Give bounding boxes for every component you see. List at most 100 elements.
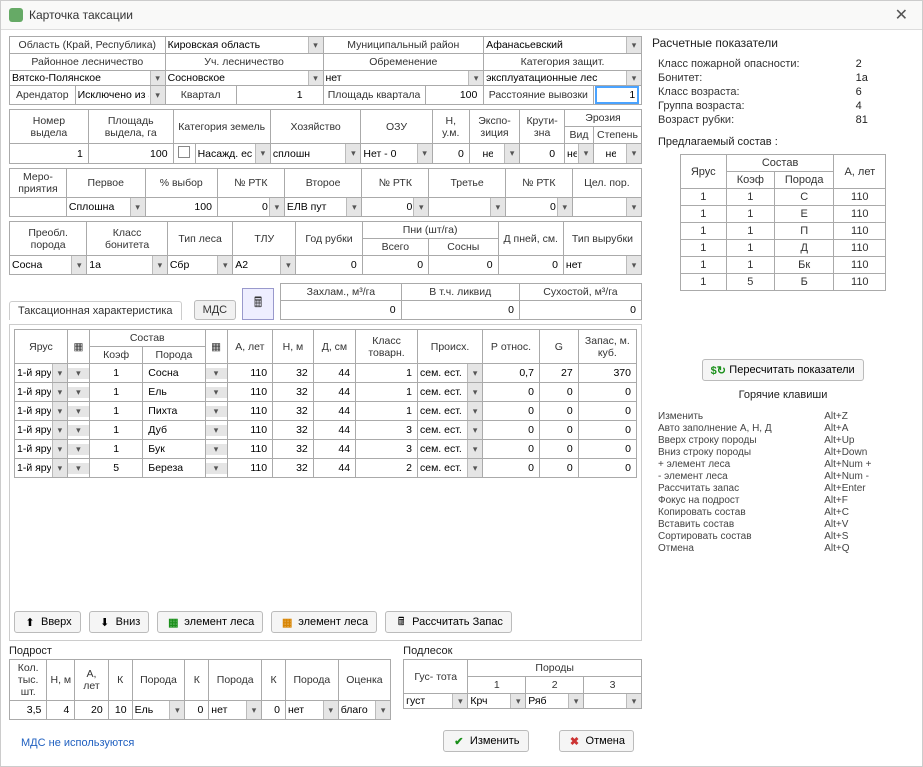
dropdown-arrow-icon[interactable]: ▾ (468, 71, 483, 85)
dropdown-arrow-icon[interactable]: ▾ (568, 694, 583, 708)
down-button[interactable]: ⬇Вниз (89, 611, 150, 633)
tax-p[interactable] (486, 442, 536, 456)
tax-quality[interactable] (359, 423, 414, 437)
tax-a[interactable] (231, 366, 270, 380)
chk-land-cat[interactable] (178, 146, 190, 158)
tax-g[interactable] (543, 442, 575, 456)
th-grid-icon2[interactable]: ▦ (205, 330, 227, 364)
dropdown-arrow-icon[interactable]: ▾ (626, 694, 641, 708)
tax-h[interactable] (276, 423, 310, 437)
dropdown-arrow-icon[interactable]: ▾ (150, 71, 165, 85)
tax-coef[interactable] (93, 404, 139, 418)
dropdown-arrow-icon[interactable]: ▾ (626, 37, 641, 53)
dropdown-arrow-icon[interactable]: ▾ (626, 144, 641, 163)
del-element-button[interactable]: ▦элемент леса (271, 611, 377, 633)
input-participating-forestry[interactable] (166, 71, 323, 85)
tax-p[interactable] (486, 461, 536, 475)
in-area[interactable] (92, 147, 170, 161)
tax-stock[interactable] (582, 404, 633, 418)
tax-coef[interactable] (93, 366, 139, 380)
tax-a[interactable] (231, 461, 270, 475)
tax-p[interactable] (486, 404, 536, 418)
input-encumbrance[interactable] (324, 71, 484, 85)
dropdown-arrow-icon[interactable]: ▾ (52, 459, 67, 477)
tab-mds[interactable]: МДС (194, 300, 237, 320)
tax-g[interactable] (543, 423, 575, 437)
tax-h[interactable] (276, 366, 310, 380)
dropdown-arrow-icon[interactable]: ▾ (467, 459, 482, 477)
input-haul-distance[interactable] (597, 88, 637, 102)
dropdown-arrow-icon[interactable]: ▾ (206, 444, 227, 455)
dropdown-arrow-icon[interactable]: ▾ (52, 383, 67, 401)
pr-h[interactable] (50, 703, 71, 717)
tax-g[interactable] (543, 461, 575, 475)
tax-d[interactable] (317, 366, 352, 380)
tax-g[interactable] (543, 404, 575, 418)
tax-d[interactable] (317, 461, 352, 475)
dropdown-arrow-icon[interactable]: ▾ (467, 421, 482, 439)
tax-species[interactable] (146, 385, 201, 399)
tax-p[interactable] (486, 423, 536, 437)
tax-quality[interactable] (359, 385, 414, 399)
dropdown-arrow-icon[interactable]: ▾ (206, 425, 227, 436)
dropdown-arrow-icon[interactable]: ▾ (269, 198, 284, 216)
dropdown-arrow-icon[interactable]: ▾ (345, 144, 360, 163)
dropdown-arrow-icon[interactable]: ▾ (452, 694, 467, 708)
dropdown-arrow-icon[interactable]: ▾ (169, 701, 184, 719)
th-grid-icon[interactable]: ▦ (67, 330, 89, 364)
input-region[interactable] (166, 38, 323, 52)
tax-coef[interactable] (93, 385, 139, 399)
dropdown-arrow-icon[interactable]: ▾ (206, 463, 227, 474)
input-municipal[interactable] (484, 38, 641, 52)
dropdown-arrow-icon[interactable]: ▾ (152, 256, 167, 274)
pr-k2[interactable] (265, 703, 282, 717)
in-pct[interactable] (149, 200, 214, 214)
dropdown-arrow-icon[interactable]: ▾ (68, 406, 89, 417)
tax-h[interactable] (276, 385, 310, 399)
dropdown-arrow-icon[interactable]: ▾ (467, 402, 482, 420)
tax-a[interactable] (231, 442, 270, 456)
up-button[interactable]: ⬆Вверх (14, 611, 81, 633)
tax-g[interactable] (543, 366, 575, 380)
dropdown-arrow-icon[interactable]: ▾ (557, 198, 572, 216)
dropdown-arrow-icon[interactable]: ▾ (375, 701, 390, 719)
tax-d[interactable] (317, 385, 352, 399)
dropdown-arrow-icon[interactable]: ▾ (68, 463, 89, 474)
dropdown-arrow-icon[interactable]: ▾ (52, 402, 67, 420)
dropdown-arrow-icon[interactable]: ▾ (68, 387, 89, 398)
dropdown-arrow-icon[interactable]: ▾ (413, 198, 428, 216)
in-h[interactable] (436, 147, 466, 161)
dropdown-arrow-icon[interactable]: ▾ (417, 144, 432, 163)
tax-stock[interactable] (582, 385, 633, 399)
tax-g[interactable] (543, 385, 575, 399)
dropdown-arrow-icon[interactable]: ▾ (510, 694, 525, 708)
dropdown-arrow-icon[interactable]: ▾ (150, 86, 165, 104)
input-quarter-area[interactable] (429, 88, 479, 102)
tax-stock[interactable] (582, 461, 633, 475)
calc-stock-button[interactable]: 🖩Рассчитать Запас (385, 611, 512, 633)
tax-h[interactable] (276, 461, 310, 475)
dropdown-arrow-icon[interactable]: ▾ (206, 387, 227, 398)
pr-k1[interactable] (188, 703, 205, 717)
add-element-button[interactable]: ▦элемент леса (157, 611, 263, 633)
tax-species[interactable] (146, 423, 201, 437)
in-slope[interactable] (527, 147, 557, 161)
dropdown-arrow-icon[interactable]: ▾ (217, 256, 232, 274)
tax-d[interactable] (317, 423, 352, 437)
dropdown-arrow-icon[interactable]: ▾ (52, 440, 67, 458)
tax-stock[interactable] (582, 366, 633, 380)
in-zahlam[interactable] (284, 303, 398, 317)
dropdown-arrow-icon[interactable]: ▾ (504, 144, 519, 163)
tax-stock[interactable] (582, 423, 633, 437)
in-stump-d[interactable] (502, 258, 560, 272)
dropdown-arrow-icon[interactable]: ▾ (71, 256, 86, 274)
in-parcel-no[interactable] (13, 147, 85, 161)
tax-d[interactable] (317, 442, 352, 456)
dropdown-arrow-icon[interactable]: ▾ (68, 368, 89, 379)
input-protection-category[interactable] (484, 71, 641, 85)
tax-a[interactable] (231, 385, 270, 399)
in-stumps-all[interactable] (366, 258, 425, 272)
tax-p[interactable] (486, 366, 536, 380)
tax-species[interactable] (146, 366, 201, 380)
pr-count[interactable] (13, 703, 43, 717)
